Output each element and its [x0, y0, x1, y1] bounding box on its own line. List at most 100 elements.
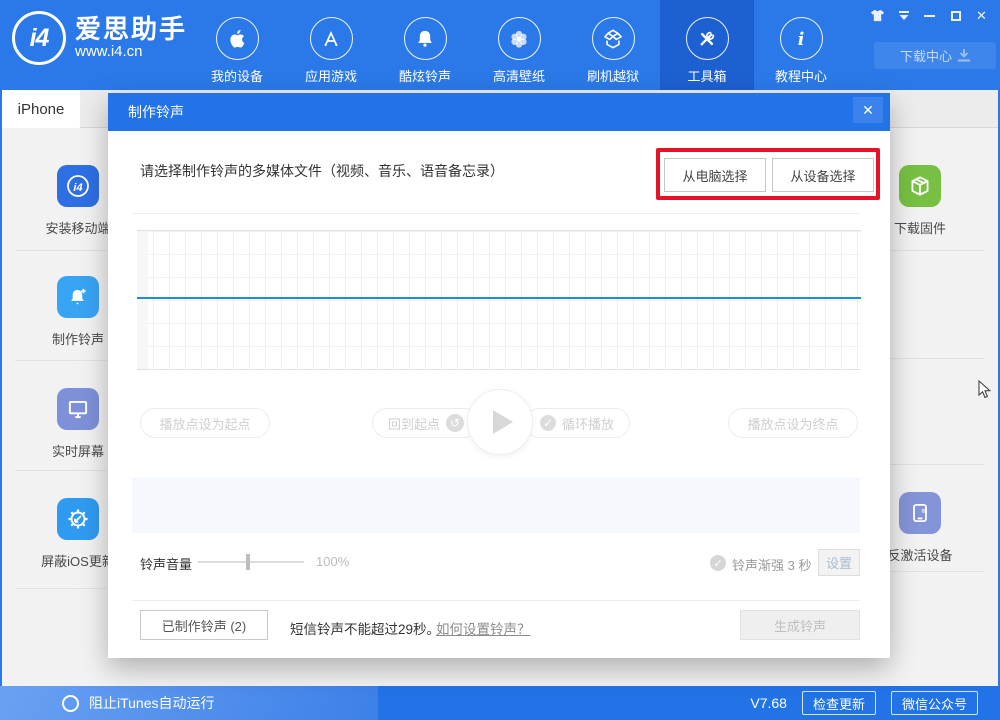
- minimize-icon[interactable]: [921, 7, 938, 24]
- window-border-left: [0, 90, 2, 686]
- block-itunes-toggle[interactable]: 阻止iTunes自动运行: [0, 686, 378, 720]
- toolbox-icon: [686, 17, 729, 60]
- i4-app-icon: i4: [57, 165, 99, 207]
- fade-check-icon: ✓: [710, 555, 726, 571]
- monitor-icon: [57, 388, 99, 430]
- nav-my-devices[interactable]: 我的设备: [190, 0, 284, 90]
- volume-slider-thumb[interactable]: [246, 554, 250, 570]
- bell-icon: [404, 17, 447, 60]
- app-title: 爱思助手: [75, 15, 187, 43]
- close-icon[interactable]: ✕: [973, 7, 990, 24]
- select-from-device-button[interactable]: 从设备选择: [772, 158, 874, 192]
- nav-label: 高清壁纸: [493, 66, 545, 85]
- dialog-body: 请选择制作铃声的多媒体文件（视频、音乐、语音备忘录） 从电脑选择 从设备选择 播…: [108, 131, 890, 658]
- app-url: www.i4.cn: [75, 43, 187, 61]
- separator: [132, 213, 860, 214]
- version-label: V7.68: [750, 695, 787, 711]
- set-start-label: 播放点设为起点: [159, 414, 250, 433]
- volume-label: 铃声音量: [140, 554, 192, 573]
- download-center-label: 下载中心: [900, 46, 952, 65]
- tab-iphone[interactable]: iPhone: [2, 90, 80, 128]
- dialog-close-icon[interactable]: ✕: [853, 97, 883, 123]
- window-controls: ✕: [869, 7, 990, 24]
- bell-plus-icon: [57, 276, 99, 318]
- jailbreak-box-icon: [592, 17, 635, 60]
- wechat-button[interactable]: 微信公众号: [891, 691, 978, 715]
- undo-icon: ↺: [446, 414, 464, 432]
- radio-circle-icon: [62, 695, 79, 712]
- firmware-cube-icon: [899, 165, 941, 207]
- nav-label: 应用游戏: [305, 66, 357, 85]
- waveform-centerline: [137, 297, 861, 299]
- appstore-icon: [310, 17, 353, 60]
- nav-label: 我的设备: [211, 66, 263, 85]
- dialog-titlebar: 制作铃声 ✕: [108, 93, 890, 131]
- maximize-icon[interactable]: [947, 7, 964, 24]
- nav-label: 教程中心: [775, 66, 827, 85]
- status-bar-right: V7.68 检查更新 微信公众号: [750, 686, 978, 720]
- sms-limit-note: 短信铃声不能超过29秒。: [290, 618, 440, 638]
- tool-label: 屏蔽iOS更新: [41, 551, 115, 570]
- generate-ringtone-button[interactable]: 生成铃声: [740, 610, 860, 640]
- svg-text:i: i: [798, 29, 805, 49]
- separator: [15, 588, 107, 589]
- nav-toolbox[interactable]: 工具箱: [660, 0, 754, 90]
- tool-label: 安装移动端: [45, 218, 110, 237]
- nav-jailbreak[interactable]: 刷机越狱: [566, 0, 660, 90]
- tutorial-info-icon: i: [780, 17, 823, 60]
- back-to-start-label: 回到起点: [388, 414, 440, 433]
- loop-play-toggle[interactable]: ✓ 循环播放: [524, 408, 630, 438]
- check-update-button[interactable]: 检查更新: [802, 691, 876, 715]
- app-logo: i4 爱思助手 www.i4.cn: [12, 11, 187, 65]
- separator: [890, 250, 984, 251]
- skin-icon[interactable]: [869, 7, 886, 24]
- header-bar: i4 爱思助手 www.i4.cn 我的设备 应用游戏: [0, 0, 1000, 90]
- nav-ringtones[interactable]: 酷炫铃声: [378, 0, 472, 90]
- separator: [890, 571, 984, 572]
- play-button[interactable]: [468, 390, 532, 454]
- how-to-set-ringtone-link[interactable]: 如何设置铃声？: [436, 618, 531, 638]
- tool-label: 制作铃声: [52, 329, 104, 348]
- nav-wallpapers[interactable]: 高清壁纸: [472, 0, 566, 90]
- menu-arrow-icon[interactable]: [895, 7, 912, 24]
- gear-update-icon: [57, 498, 99, 540]
- separator: [132, 600, 860, 601]
- check-circle-icon: ✓: [540, 415, 556, 431]
- made-ringtones-button[interactable]: 已制作铃声 (2): [140, 610, 268, 640]
- tool-label: 反激活设备: [887, 545, 952, 564]
- i4-logo-icon: i4: [12, 11, 66, 65]
- tool-label: 实时屏幕: [52, 441, 104, 460]
- media-select-prompt: 请选择制作铃声的多媒体文件（视频、音乐、语音备忘录）: [140, 161, 504, 181]
- separator: [890, 464, 984, 465]
- separator: [15, 250, 107, 251]
- wallpaper-icon: [498, 17, 541, 60]
- select-from-pc-button[interactable]: 从电脑选择: [664, 158, 766, 192]
- volume-value: 100%: [316, 554, 349, 569]
- svg-text:i4: i4: [73, 182, 82, 194]
- block-itunes-label: 阻止iTunes自动运行: [89, 693, 215, 713]
- fade-settings-button[interactable]: 设置: [818, 549, 860, 576]
- make-ringtone-dialog: 制作铃声 ✕ 请选择制作铃声的多媒体文件（视频、音乐、语音备忘录） 从电脑选择 …: [108, 93, 890, 658]
- set-end-label: 播放点设为终点: [747, 414, 838, 433]
- volume-slider[interactable]: [198, 561, 304, 563]
- fade-label: 铃声渐强 3 秒: [732, 555, 811, 574]
- nav-label: 工具箱: [687, 66, 726, 85]
- back-to-start-button[interactable]: 回到起点 ↺: [372, 408, 480, 438]
- set-start-point-button[interactable]: 播放点设为起点: [140, 408, 270, 438]
- dialog-title: 制作铃声: [128, 93, 184, 131]
- status-bar: 阻止iTunes自动运行 V7.68 检查更新 微信公众号: [0, 686, 1000, 720]
- nav-tutorials[interactable]: i 教程中心: [754, 0, 848, 90]
- waveform-area[interactable]: [137, 230, 861, 370]
- play-icon: [493, 410, 513, 434]
- download-icon: [958, 49, 970, 62]
- separator: [15, 360, 107, 361]
- nav-apps-games[interactable]: 应用游戏: [284, 0, 378, 90]
- tool-label: 下载固件: [894, 218, 946, 237]
- download-center-button[interactable]: 下载中心: [874, 42, 996, 69]
- deactivate-device-icon: [899, 492, 941, 534]
- set-end-point-button[interactable]: 播放点设为终点: [728, 408, 858, 438]
- separator: [890, 358, 984, 359]
- info-panel: [132, 477, 860, 533]
- nav-label: 酷炫铃声: [399, 66, 451, 85]
- mouse-cursor: [978, 380, 992, 405]
